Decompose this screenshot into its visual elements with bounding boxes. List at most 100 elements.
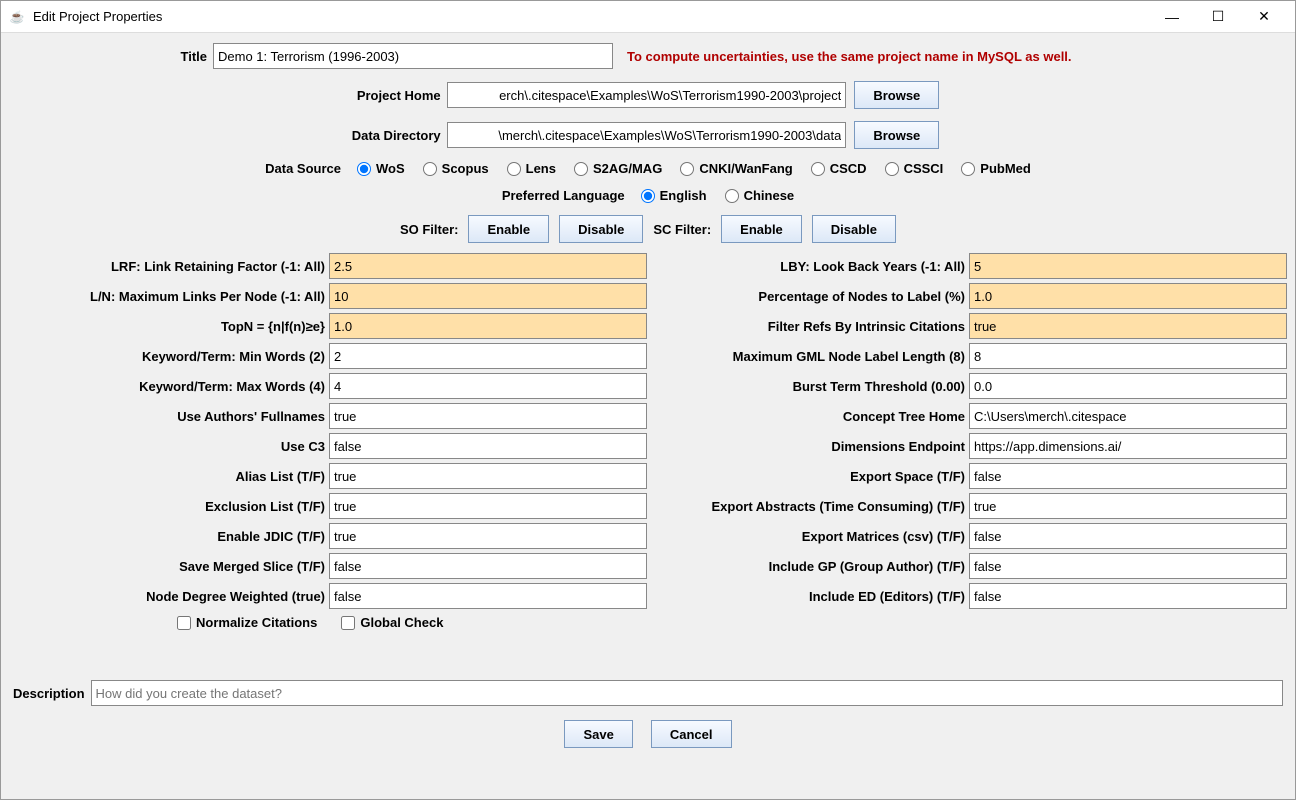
data-source-group: WoS Scopus Lens S2AG/MAG CNKI/WanFang CS… — [357, 161, 1031, 176]
so-filter-label: SO Filter: — [400, 222, 459, 237]
radio-english[interactable]: English — [641, 188, 707, 203]
cancel-button[interactable]: Cancel — [651, 720, 732, 748]
intr-input[interactable] — [969, 313, 1287, 339]
java-icon: ☕ — [9, 9, 25, 25]
pct-label: Percentage of Nodes to Label (%) — [649, 289, 969, 304]
radio-cnki[interactable]: CNKI/WanFang — [680, 161, 792, 176]
ln-label: L/N: Maximum Links Per Node (-1: All) — [9, 289, 329, 304]
global-check-checkbox[interactable]: Global Check — [341, 615, 443, 630]
degw-label: Node Degree Weighted (true) — [9, 589, 329, 604]
minwords-label: Keyword/Term: Min Words (2) — [9, 349, 329, 364]
data-directory-input[interactable] — [447, 122, 847, 148]
sc-filter-label: SC Filter: — [653, 222, 711, 237]
jdic-input[interactable] — [329, 523, 647, 549]
lrf-input[interactable] — [329, 253, 647, 279]
lrf-label: LRF: Link Retaining Factor (-1: All) — [9, 259, 329, 274]
igp-label: Include GP (Group Author) (T/F) — [649, 559, 969, 574]
title-row: Title To compute uncertainties, use the … — [7, 43, 1289, 69]
minimize-button[interactable]: — — [1149, 1, 1195, 33]
preferred-language-label: Preferred Language — [502, 188, 631, 203]
lby-input[interactable] — [969, 253, 1287, 279]
description-label: Description — [13, 686, 91, 701]
exclusion-label: Exclusion List (T/F) — [9, 499, 329, 514]
radio-wos[interactable]: WoS — [357, 161, 405, 176]
alias-label: Alias List (T/F) — [9, 469, 329, 484]
radio-lens[interactable]: Lens — [507, 161, 556, 176]
maximize-button[interactable]: ☐ — [1195, 1, 1241, 33]
radio-cscd[interactable]: CSCD — [811, 161, 867, 176]
data-directory-browse-button[interactable]: Browse — [854, 121, 939, 149]
warning-text: To compute uncertainties, use the same p… — [627, 49, 1072, 64]
maxwords-label: Keyword/Term: Max Words (4) — [9, 379, 329, 394]
emat-label: Export Matrices (csv) (T/F) — [649, 529, 969, 544]
window-title: Edit Project Properties — [33, 9, 1149, 24]
params-left: LRF: Link Retaining Factor (-1: All) L/N… — [9, 251, 647, 611]
radio-scopus[interactable]: Scopus — [423, 161, 489, 176]
igp-input[interactable] — [969, 553, 1287, 579]
merged-input[interactable] — [329, 553, 647, 579]
project-home-row: Project Home Browse — [7, 81, 1289, 109]
close-button[interactable]: ✕ — [1241, 1, 1287, 33]
minwords-input[interactable] — [329, 343, 647, 369]
data-source-label: Data Source — [265, 161, 347, 176]
burst-input[interactable] — [969, 373, 1287, 399]
usec3-input[interactable] — [329, 433, 647, 459]
window: ☕ Edit Project Properties — ☐ ✕ Title To… — [0, 0, 1296, 800]
dims-input[interactable] — [969, 433, 1287, 459]
params-right: LBY: Look Back Years (-1: All) Percentag… — [649, 251, 1287, 611]
alias-input[interactable] — [329, 463, 647, 489]
title-label: Title — [7, 49, 213, 64]
data-source-row: Data Source WoS Scopus Lens S2AG/MAG CNK… — [7, 161, 1289, 176]
filter-row: SO Filter: Enable Disable SC Filter: Ena… — [7, 215, 1289, 243]
sc-filter-enable-button[interactable]: Enable — [721, 215, 802, 243]
radio-pubmed[interactable]: PubMed — [961, 161, 1031, 176]
espace-input[interactable] — [969, 463, 1287, 489]
ctree-input[interactable] — [969, 403, 1287, 429]
so-filter-enable-button[interactable]: Enable — [468, 215, 549, 243]
eabs-label: Export Abstracts (Time Consuming) (T/F) — [649, 499, 969, 514]
fullnames-label: Use Authors' Fullnames — [9, 409, 329, 424]
data-directory-row: Data Directory Browse — [7, 121, 1289, 149]
description-input[interactable] — [91, 680, 1283, 706]
emat-input[interactable] — [969, 523, 1287, 549]
exclusion-input[interactable] — [329, 493, 647, 519]
content: Title To compute uncertainties, use the … — [1, 33, 1295, 754]
radio-s2ag[interactable]: S2AG/MAG — [574, 161, 662, 176]
merged-label: Save Merged Slice (T/F) — [9, 559, 329, 574]
checks-row: Normalize Citations Global Check — [177, 615, 1289, 630]
so-filter-disable-button[interactable]: Disable — [559, 215, 643, 243]
preferred-language-row: Preferred Language English Chinese — [7, 188, 1289, 203]
gml-input[interactable] — [969, 343, 1287, 369]
preferred-language-group: English Chinese — [641, 188, 795, 203]
params: LRF: Link Retaining Factor (-1: All) L/N… — [7, 251, 1289, 611]
save-button[interactable]: Save — [564, 720, 632, 748]
titlebar: ☕ Edit Project Properties — ☐ ✕ — [1, 1, 1295, 33]
title-input[interactable] — [213, 43, 613, 69]
radio-cssci[interactable]: CSSCI — [885, 161, 944, 176]
eabs-input[interactable] — [969, 493, 1287, 519]
gml-label: Maximum GML Node Label Length (8) — [649, 349, 969, 364]
jdic-label: Enable JDIC (T/F) — [9, 529, 329, 544]
burst-label: Burst Term Threshold (0.00) — [649, 379, 969, 394]
ln-input[interactable] — [329, 283, 647, 309]
ctree-label: Concept Tree Home — [649, 409, 969, 424]
project-home-input[interactable] — [447, 82, 847, 108]
espace-label: Export Space (T/F) — [649, 469, 969, 484]
lby-label: LBY: Look Back Years (-1: All) — [649, 259, 969, 274]
pct-input[interactable] — [969, 283, 1287, 309]
project-home-browse-button[interactable]: Browse — [854, 81, 939, 109]
ied-input[interactable] — [969, 583, 1287, 609]
ied-label: Include ED (Editors) (T/F) — [649, 589, 969, 604]
topn-label: TopN = {n|f(n)≥e} — [9, 319, 329, 334]
normalize-checkbox[interactable]: Normalize Citations — [177, 615, 317, 630]
project-home-label: Project Home — [7, 88, 447, 103]
degw-input[interactable] — [329, 583, 647, 609]
maxwords-input[interactable] — [329, 373, 647, 399]
sc-filter-disable-button[interactable]: Disable — [812, 215, 896, 243]
topn-input[interactable] — [329, 313, 647, 339]
footer-buttons: Save Cancel — [7, 720, 1289, 748]
intr-label: Filter Refs By Intrinsic Citations — [649, 319, 969, 334]
description-row: Description — [7, 680, 1289, 706]
fullnames-input[interactable] — [329, 403, 647, 429]
radio-chinese[interactable]: Chinese — [725, 188, 795, 203]
